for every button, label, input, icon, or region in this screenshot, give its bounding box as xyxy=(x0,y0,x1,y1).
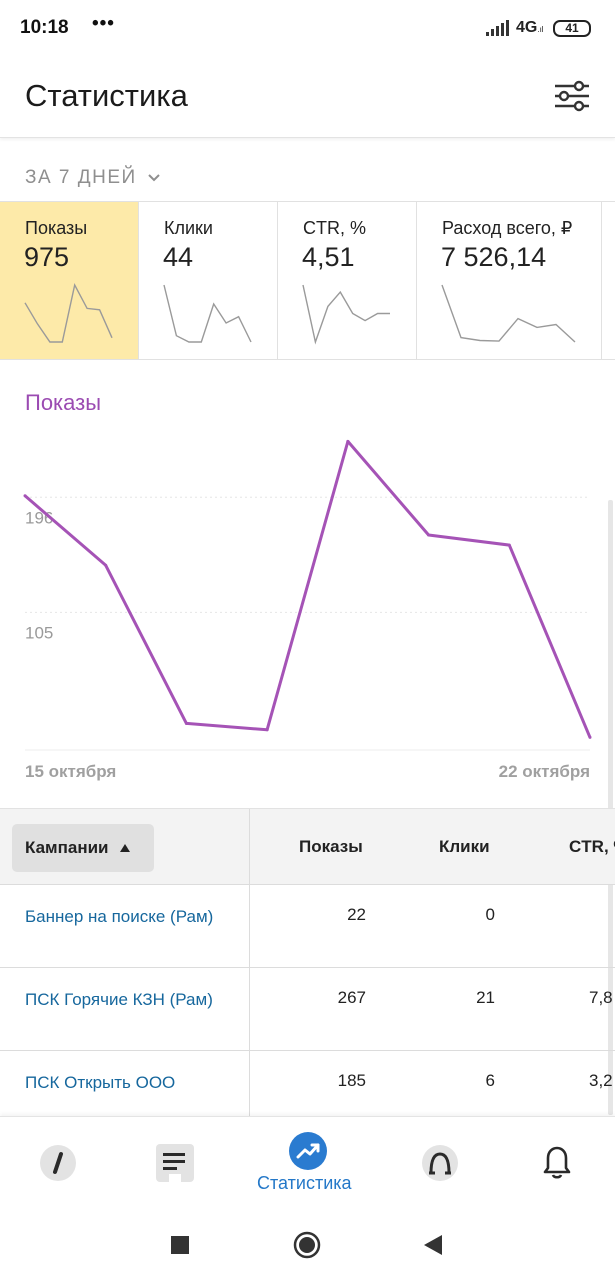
metric-card-ctr[interactable]: CTR, % 4,51 xyxy=(278,202,417,359)
data-point xyxy=(427,533,431,537)
metric-card-clicks[interactable]: Клики 44 xyxy=(139,202,278,359)
data-point xyxy=(23,494,27,498)
table-header: Кампании Показы Клики CTR, % xyxy=(0,809,615,885)
data-point xyxy=(104,563,108,567)
cell-shows: 185 xyxy=(337,1071,366,1090)
tab-label: Статистика xyxy=(257,1173,352,1193)
sparkline xyxy=(302,284,390,345)
tab-account[interactable] xyxy=(410,1117,472,1209)
battery-icon: 41 xyxy=(553,20,591,37)
app-header: Статистика xyxy=(0,58,615,138)
campaigns-table: Кампании Показы Клики CTR, % Баннер на п… xyxy=(0,808,615,1116)
metric-card-shows[interactable]: Показы 975 xyxy=(0,202,139,359)
sparkline-series xyxy=(24,282,113,343)
page-title: Статистика xyxy=(25,78,188,113)
sparkline xyxy=(24,282,113,343)
data-point xyxy=(184,721,188,725)
shows-chart: 105 196 15 октября 22 октября Показы xyxy=(0,360,615,1115)
cell-clicks: 0 xyxy=(485,905,495,924)
sparkline-series xyxy=(441,284,576,343)
status-bar: 10:18 ••• 4G.ıl 41 xyxy=(0,0,615,58)
sort-label: Кампании xyxy=(25,838,109,857)
column-divider xyxy=(249,809,250,1116)
x-tick-label: 22 октября xyxy=(499,762,590,781)
cell-shows: 267 xyxy=(337,988,366,1007)
filter-settings-icon[interactable] xyxy=(549,76,595,116)
home-button[interactable] xyxy=(292,1230,322,1260)
cell-clicks: 21 xyxy=(476,988,495,1007)
tab-notifications[interactable] xyxy=(527,1117,589,1209)
table-row[interactable]: ПСК Открыть ООО 185 6 3,2 xyxy=(0,1051,615,1116)
campaign-link[interactable]: Баннер на поиске (Рам) xyxy=(25,905,235,928)
metric-card-next[interactable] xyxy=(602,202,615,359)
table-row[interactable]: Баннер на поиске (Рам) 22 0 xyxy=(0,885,615,968)
line-chart: 10519615 октября 22 октября xyxy=(23,439,592,781)
cell-ctr: 3,2 xyxy=(589,1071,613,1090)
cell-shows: 22 xyxy=(347,905,366,924)
network-type: 4G.ıl xyxy=(516,19,544,36)
account-icon xyxy=(422,1145,458,1181)
status-time: 10:18 xyxy=(20,17,69,38)
campaign-link[interactable]: ПСК Горячие КЗН (Рам) xyxy=(25,988,235,1011)
table-row[interactable]: ПСК Горячие КЗН (Рам) 267 21 7,8 xyxy=(0,968,615,1051)
period-label: ЗА 7 ДНЕЙ xyxy=(25,167,137,188)
bell-icon xyxy=(543,1146,571,1179)
bottom-tab-bar: Статистика xyxy=(0,1116,615,1208)
back-button[interactable] xyxy=(422,1233,444,1257)
column-header-ctr[interactable]: CTR, % xyxy=(569,837,615,857)
series-line xyxy=(24,439,592,738)
cell-clicks: 6 xyxy=(485,1071,495,1090)
x-tick-label: 15 октября xyxy=(25,762,116,781)
metric-card-spend[interactable]: Расход всего, ₽ 7 526,14 xyxy=(417,202,602,359)
sparkline xyxy=(441,284,576,343)
sort-campaigns-button[interactable]: Кампании xyxy=(12,824,154,872)
cell-ctr: 7,8 xyxy=(589,988,613,1007)
compass-icon xyxy=(40,1145,76,1181)
tab-explore[interactable] xyxy=(28,1117,90,1209)
campaign-link[interactable]: ПСК Открыть ООО xyxy=(25,1071,235,1094)
data-point xyxy=(588,735,592,739)
column-header-clicks[interactable]: Клики xyxy=(439,837,490,857)
metric-cards: Показы 975 Клики 44 CTR, % 4,51 Расход в… xyxy=(0,201,615,360)
recent-apps-button[interactable] xyxy=(170,1235,190,1255)
sparkline xyxy=(163,284,252,343)
chevron-down-icon xyxy=(147,174,160,182)
y-tick-label: 105 xyxy=(25,623,53,642)
period-selector[interactable]: ЗА 7 ДНЕЙ xyxy=(25,165,161,191)
tab-campaigns[interactable] xyxy=(145,1117,207,1209)
data-point xyxy=(346,439,350,443)
tab-statistics[interactable]: Статистика xyxy=(250,1117,365,1209)
campaigns-list-icon xyxy=(156,1144,194,1182)
sparkline-series xyxy=(163,284,252,343)
system-nav-bar xyxy=(0,1208,615,1280)
chart-title: Показы xyxy=(25,390,102,415)
sparkline-series xyxy=(302,284,390,345)
data-point xyxy=(265,728,269,732)
sort-ascending-icon xyxy=(119,844,130,852)
status-dots: ••• xyxy=(92,13,115,34)
signal-icon xyxy=(486,20,509,36)
column-header-shows[interactable]: Показы xyxy=(299,837,363,857)
data-point xyxy=(507,543,511,547)
statistics-trend-icon xyxy=(289,1132,327,1170)
